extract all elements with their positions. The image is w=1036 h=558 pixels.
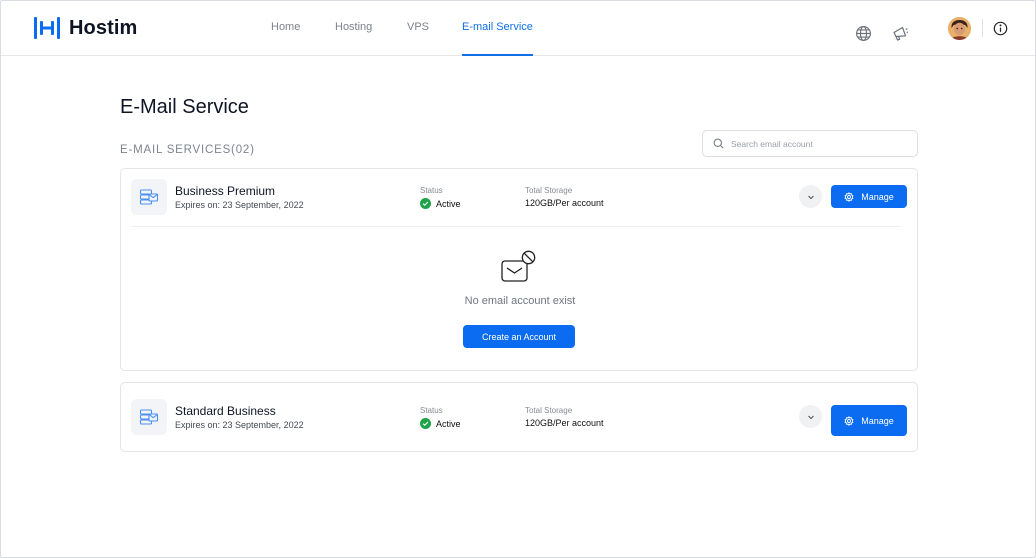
info-button[interactable] [990,18,1010,38]
search-icon [713,138,724,149]
gear-icon [844,415,854,426]
page-title: E-Mail Service [120,96,249,118]
storage-value: 120GB/Per account [525,198,604,208]
service-icon-wrapper [131,399,167,435]
announcements-button[interactable] [890,23,910,43]
service-card-standard-business: Standard Business Expires on: 23 Septemb… [120,382,918,452]
service-expiry: Expires on: 23 September, 2022 [175,200,304,210]
avatar-image [948,17,971,40]
status-value: Active [420,198,461,209]
info-icon [993,21,1007,35]
gear-icon [844,191,854,202]
status-label: Status [420,186,443,195]
service-name: Business Premium [175,184,276,198]
hostim-logo-icon [34,17,60,39]
manage-button-label: Manage [861,191,894,202]
nav-vps[interactable]: VPS [407,1,429,56]
create-account-button[interactable]: Create an Account [463,325,575,348]
header-divider [982,19,983,37]
status-value: Active [420,418,461,429]
search-input[interactable] [731,138,901,149]
chevron-down-icon [807,195,814,199]
empty-state-message: No email account exist [464,295,576,307]
app-window: Hostim Home Hosting VPS E-mail Service E… [0,0,1036,558]
storage-value: 120GB/Per account [525,418,604,428]
service-card-business-premium: Business Premium Expires on: 23 Septembe… [120,168,918,371]
check-circle-icon [420,418,431,429]
status-text: Active [436,418,461,429]
check-circle-icon [420,198,431,209]
storage-label: Total Storage [525,406,573,415]
brand-name: Hostim [69,16,138,39]
services-count-label: E-MAIL SERVICES(02) [120,144,255,156]
manage-button[interactable]: Manage [831,185,907,208]
manage-button-label: Manage [861,415,894,426]
megaphone-icon [893,26,909,41]
no-email-icon [501,250,536,282]
chevron-down-icon [807,415,814,419]
brand-logo[interactable]: Hostim [33,15,137,41]
service-expiry: Expires on: 23 September, 2022 [175,420,304,430]
nav-email-service[interactable]: E-mail Service [462,1,533,56]
user-avatar[interactable] [948,17,971,40]
email-server-icon [139,189,159,205]
service-icon-wrapper [131,179,167,215]
top-navbar: Hostim Home Hosting VPS E-mail Service [1,1,1035,56]
service-name: Standard Business [175,404,276,418]
status-label: Status [420,406,443,415]
nav-home[interactable]: Home [271,1,300,56]
nav-hosting[interactable]: Hosting [335,1,372,56]
search-box [702,130,918,157]
email-server-icon [139,409,159,425]
expand-toggle-button[interactable] [799,405,822,428]
storage-label: Total Storage [525,186,573,195]
collapse-toggle-button[interactable] [799,185,822,208]
language-button[interactable] [853,23,873,43]
globe-icon [855,25,871,41]
manage-button[interactable]: Manage [831,405,907,436]
status-text: Active [436,198,461,209]
card-divider [131,226,901,227]
